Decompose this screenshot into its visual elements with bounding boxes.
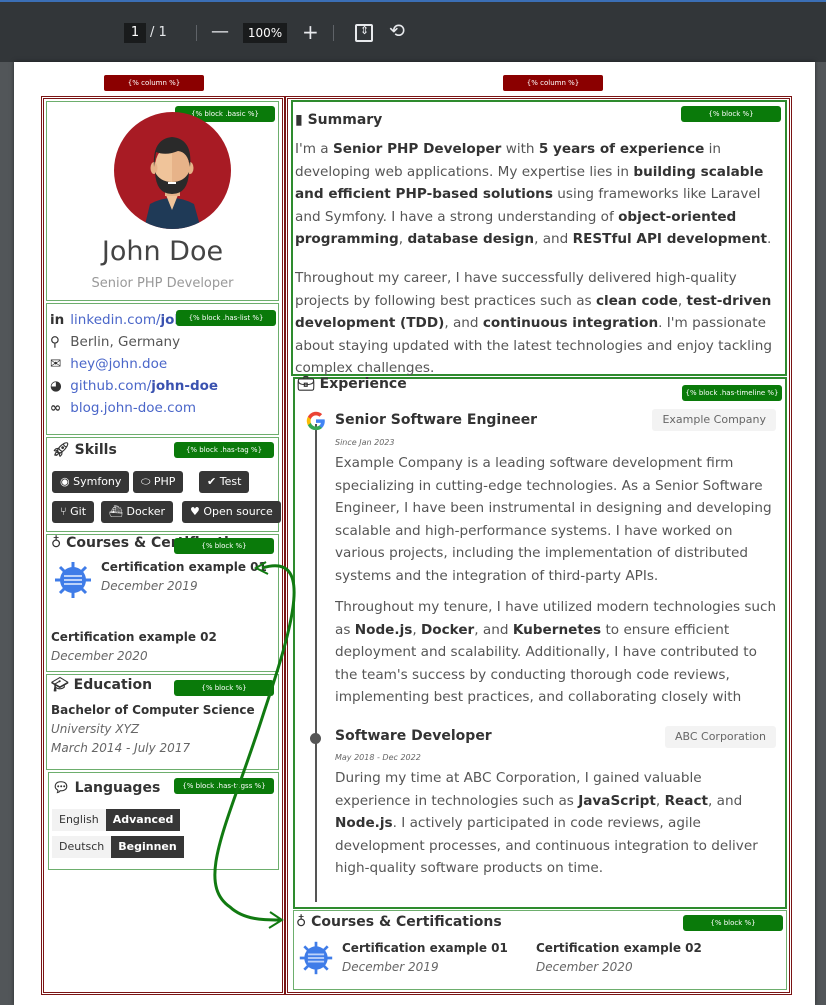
rotate-icon[interactable]: ⟲ — [389, 20, 405, 42]
toolbar-divider — [196, 25, 197, 41]
arrow-path — [213, 564, 296, 922]
pdf-page: {% column %} {% column %} {% block .basi… — [14, 62, 815, 1005]
zoom-in-button[interactable]: + — [302, 21, 319, 43]
toolbar-divider — [333, 25, 334, 41]
move-arrow-annotation — [213, 561, 296, 929]
zoom-level-input[interactable]: 100% — [243, 23, 287, 43]
page-total: / 1 — [150, 25, 167, 40]
zoom-out-button[interactable]: — — [211, 22, 229, 42]
pdf-toolbar: 1 / 1 — 100% + ⟲ — [0, 0, 826, 62]
fit-page-icon[interactable] — [355, 24, 373, 42]
page-number-input[interactable]: 1 — [124, 23, 146, 43]
